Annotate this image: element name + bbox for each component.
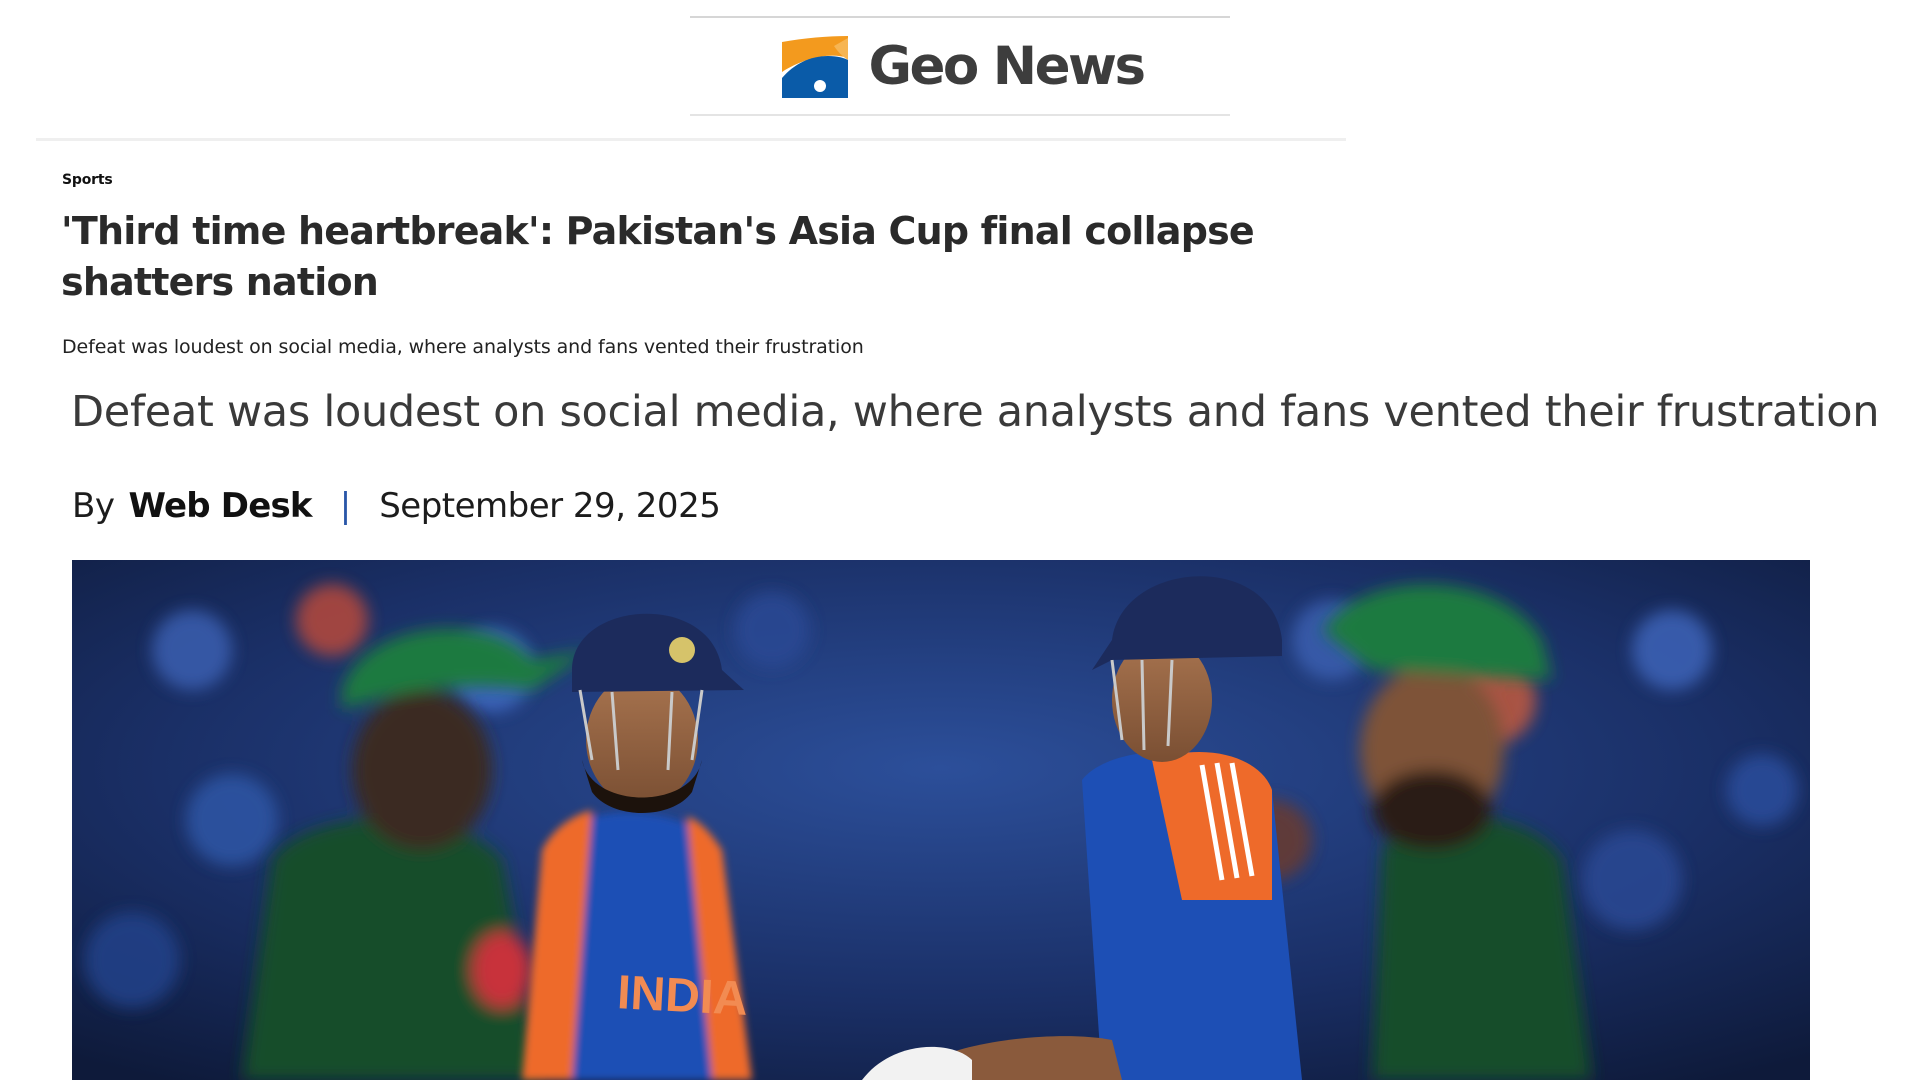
category-link[interactable]: Sports (62, 172, 113, 188)
geo-logo-icon (782, 36, 849, 98)
byline-divider: | (339, 486, 352, 526)
jersey-text: INDIA (616, 966, 749, 1026)
byline: By Web Desk | September 29, 2025 (72, 484, 721, 528)
author-link[interactable]: Web Desk (128, 486, 312, 526)
article-summary: Defeat was loudest on social media, wher… (62, 336, 864, 358)
geo-news-logo[interactable]: Geo News (776, 32, 1146, 100)
hero-image: INDIA (72, 560, 1810, 1080)
byline-by-label: By (72, 486, 115, 526)
article-headline: 'Third time heartbreak': Pakistan's Asia… (61, 209, 1255, 304)
cricket-players-photo: INDIA (72, 560, 1810, 1080)
site-header: Geo News (690, 16, 1230, 116)
header-divider (36, 138, 1346, 141)
article-summary-large: Defeat was loudest on social media, wher… (71, 387, 1880, 437)
publish-date: September 29, 2025 (379, 486, 721, 526)
logo-wordmark: Geo News (868, 35, 1146, 97)
